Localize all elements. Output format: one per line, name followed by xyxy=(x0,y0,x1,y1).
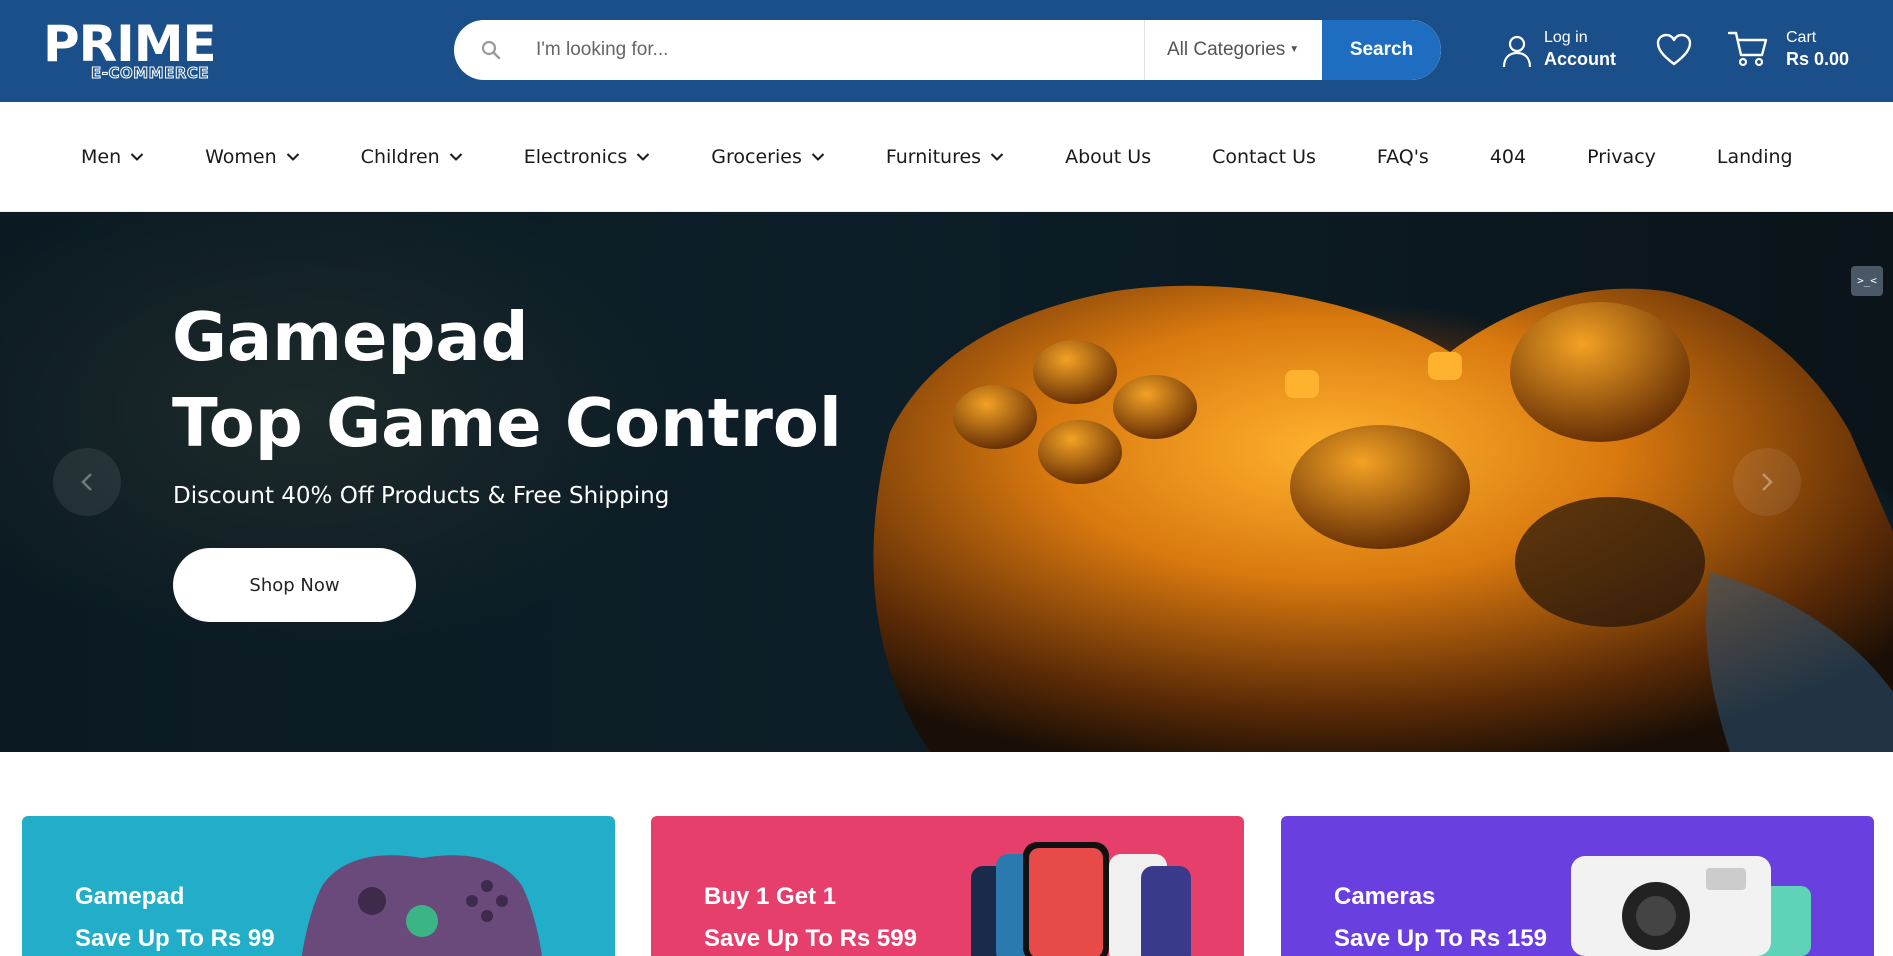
nav-item-label: Children xyxy=(360,146,440,168)
nav-item-men[interactable]: Men xyxy=(81,146,144,168)
hero-subtitle: Discount 40% Off Products & Free Shippin… xyxy=(173,483,670,509)
nav-list: Men Women Children Electronics Groceries Furn… xyxy=(81,102,1854,212)
promo-card-phones[interactable]: Buy 1 Get 1 Save Up To Rs 599 xyxy=(651,816,1244,956)
cart-icon xyxy=(1728,31,1768,67)
account-label: Account xyxy=(1544,49,1616,69)
nav-item-children[interactable]: Children xyxy=(361,146,463,168)
hero-title: Gamepad Top Game Control xyxy=(172,294,842,466)
nav-item-label: Furnitures xyxy=(885,146,982,168)
gamepad-image xyxy=(873,285,1893,752)
promo-title: Cameras xyxy=(1334,883,1436,910)
nav-item-label: Groceries xyxy=(711,146,802,168)
nav-item-label: Men xyxy=(81,146,122,168)
hero-title-line1: Gamepad xyxy=(172,298,529,376)
nav-item-404[interactable]: 404 xyxy=(1490,146,1526,168)
nav-item-about-us[interactable]: About Us xyxy=(1065,146,1151,168)
slider-next-button[interactable] xyxy=(1733,448,1801,516)
gamepad-product-image xyxy=(302,855,542,956)
nav-item-label: Women xyxy=(205,146,277,168)
nav-item-label: About Us xyxy=(1065,146,1152,168)
nav-item-faq-s[interactable]: FAQ's xyxy=(1377,146,1429,168)
nav-item-privacy[interactable]: Privacy xyxy=(1587,146,1656,168)
heart-icon[interactable] xyxy=(1656,33,1692,67)
slider-prev-button[interactable] xyxy=(53,448,121,516)
promo-title: Gamepad xyxy=(75,883,185,910)
category-select-label: All Categories xyxy=(1167,39,1286,60)
caret-down-icon: ▼ xyxy=(1289,44,1300,55)
cart-text: Cart Rs 0.00 xyxy=(1786,28,1849,70)
chevron-left-icon xyxy=(81,473,92,491)
promo-card-gamepad[interactable]: Gamepad Save Up To Rs 99 xyxy=(22,816,615,956)
nav-item-groceries[interactable]: Groceries xyxy=(711,146,825,168)
search-bar: All Categories▼ Search xyxy=(454,20,1441,80)
chevron-down-icon xyxy=(990,153,1004,161)
emoji-badge[interactable]: >_< xyxy=(1851,266,1883,296)
hero-title-line2: Top Game Control xyxy=(172,384,842,462)
chevron-down-icon xyxy=(637,153,650,161)
search-input[interactable] xyxy=(536,30,1136,70)
nav-item-label: 404 xyxy=(1489,146,1527,168)
chevron-down-icon xyxy=(130,153,144,161)
nav-item-label: FAQ's xyxy=(1376,146,1429,168)
account-text: Log in Account xyxy=(1544,28,1616,70)
nav-item-label: Contact Us xyxy=(1212,146,1316,168)
promo-subtitle: Save Up To Rs 99 xyxy=(75,925,275,952)
phone-product-image xyxy=(971,842,1191,956)
camera-product-image xyxy=(1571,856,1811,956)
nav-item-furnitures[interactable]: Furnitures xyxy=(886,146,1004,168)
hero-banner: Gamepad Top Game Control Discount 40% Of… xyxy=(0,212,1893,752)
category-select[interactable]: All Categories ▼ xyxy=(1144,20,1322,80)
nav-item-label: Privacy xyxy=(1587,146,1656,168)
nav-item-label: Landing xyxy=(1716,146,1793,168)
chevron-down-icon xyxy=(449,153,462,161)
top-header: PRIME E-COMMERCE All Categories▼ Search … xyxy=(0,0,1893,102)
main-nav: Men Women Children Electronics Groceries Furn… xyxy=(0,102,1893,212)
cart-total: Rs 0.00 xyxy=(1786,49,1850,69)
promo-card-cameras[interactable]: Cameras Save Up To Rs 159 xyxy=(1281,816,1874,956)
shop-now-button[interactable]: Shop Now xyxy=(173,548,416,622)
user-icon xyxy=(1502,35,1532,68)
search-icon xyxy=(481,40,501,60)
search-button[interactable]: Search xyxy=(1322,20,1441,80)
cart-label: Cart xyxy=(1786,29,1817,46)
nav-item-contact-us[interactable]: Contact Us xyxy=(1212,146,1316,168)
nav-item-electronics[interactable]: Electronics xyxy=(524,146,651,168)
chevron-down-icon xyxy=(811,153,825,161)
chevron-right-icon xyxy=(1762,473,1773,491)
promo-title: Buy 1 Get 1 xyxy=(704,883,837,910)
account-login-label: Log in xyxy=(1544,29,1588,46)
nav-item-landing[interactable]: Landing xyxy=(1717,146,1793,168)
chevron-down-icon xyxy=(286,153,299,161)
nav-item-label: Electronics xyxy=(523,146,628,168)
promo-subtitle: Save Up To Rs 599 xyxy=(704,925,917,952)
nav-item-women[interactable]: Women xyxy=(205,146,300,168)
logo-sub-text: E-COMMERCE xyxy=(90,64,210,82)
logo[interactable]: PRIME E-COMMERCE xyxy=(43,16,223,84)
promo-subtitle: Save Up To Rs 159 xyxy=(1334,925,1547,952)
